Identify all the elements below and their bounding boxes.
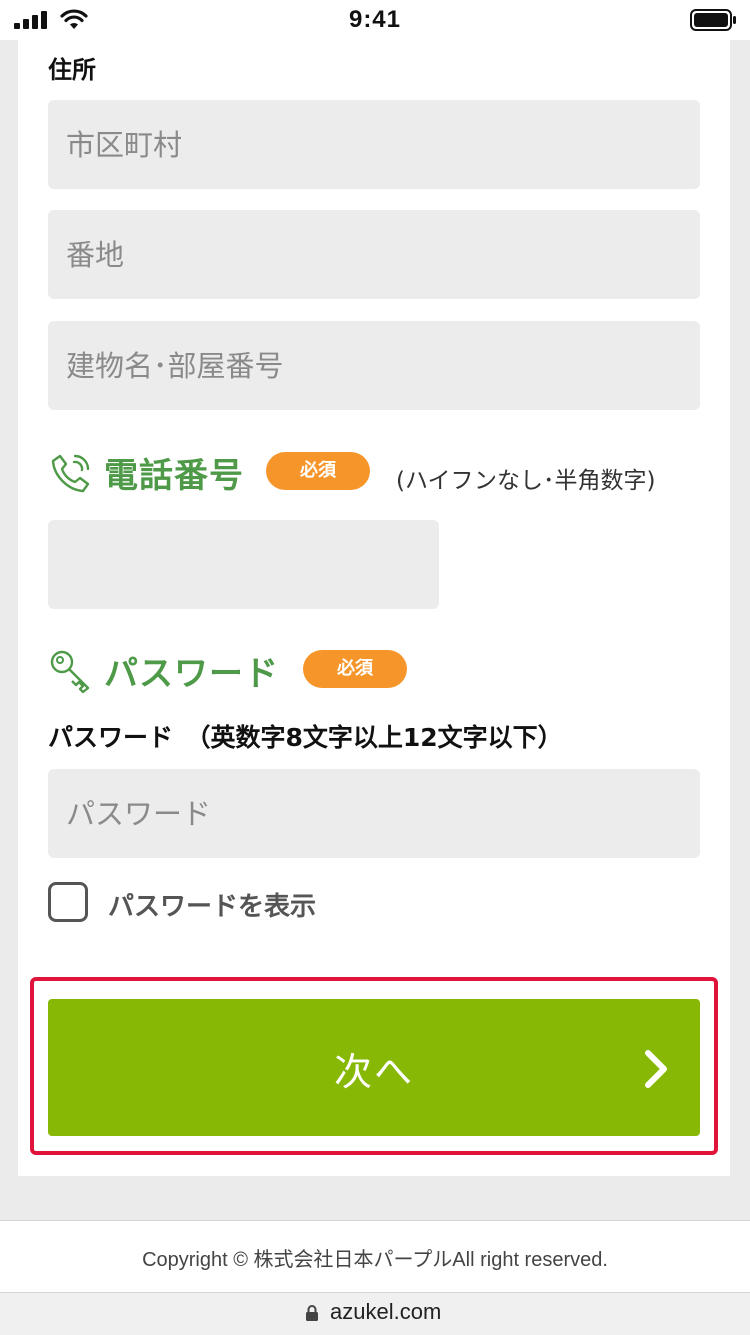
show-password-label[interactable]: パスワードを表示 bbox=[108, 886, 316, 923]
password-input[interactable] bbox=[48, 769, 700, 858]
status-bar: 9:41 bbox=[0, 0, 750, 40]
status-time: 9:41 bbox=[348, 6, 402, 33]
next-button-label: 次へ bbox=[333, 1050, 414, 1094]
browser-url-bar[interactable]: azukel.com bbox=[0, 1292, 750, 1335]
chevron-right-icon bbox=[645, 1050, 667, 1088]
password-required-badge: 必須 bbox=[303, 650, 407, 688]
url-text[interactable]: azukel.com bbox=[330, 1299, 441, 1325]
street-input[interactable] bbox=[48, 210, 700, 299]
phone-heading: 電話番号 bbox=[48, 448, 244, 497]
phone-title: 電話番号 bbox=[104, 456, 244, 496]
footer: Copyright © 株式会社日本パープルAll right reserved… bbox=[0, 1220, 750, 1293]
city-input[interactable] bbox=[48, 100, 700, 189]
show-password-checkbox[interactable] bbox=[48, 882, 88, 922]
phone-icon bbox=[51, 454, 90, 492]
phone-input[interactable] bbox=[48, 520, 439, 609]
password-heading: パスワード bbox=[48, 646, 279, 695]
copyright-text: Copyright © 株式会社日本パープルAll right reserved… bbox=[142, 1249, 608, 1271]
phone-required-badge: 必須 bbox=[266, 452, 370, 490]
password-field-label: パスワード （英数字8文字以上12文字以下） bbox=[48, 723, 563, 752]
next-button[interactable]: 次へ bbox=[48, 999, 700, 1136]
battery-icon bbox=[690, 9, 736, 31]
building-input[interactable] bbox=[48, 321, 700, 410]
address-label: 住所 bbox=[48, 56, 96, 84]
lock-icon bbox=[306, 1305, 318, 1321]
password-title: パスワード bbox=[104, 654, 279, 694]
phone-hint: (ハイフンなし･半角数字) bbox=[396, 468, 656, 494]
key-icon bbox=[50, 650, 90, 693]
